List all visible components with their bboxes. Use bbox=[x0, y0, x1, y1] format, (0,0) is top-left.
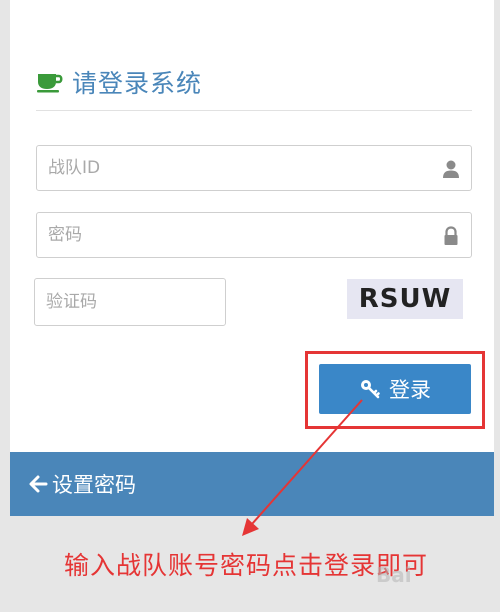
footer-bar: 设置密码 bbox=[10, 452, 494, 516]
lock-icon bbox=[444, 226, 458, 245]
user-icon bbox=[443, 160, 459, 178]
login-button-label: 登录 bbox=[389, 378, 431, 402]
login-header: 请登录系统 bbox=[36, 62, 202, 102]
key-icon bbox=[361, 380, 380, 399]
captcha-image[interactable]: RSUW bbox=[347, 279, 463, 319]
header-divider bbox=[36, 110, 472, 111]
page-title: 请登录系统 bbox=[72, 69, 203, 98]
set-password-link[interactable]: 设置密码 bbox=[28, 469, 136, 499]
captcha-field[interactable] bbox=[34, 278, 226, 326]
set-password-label: 设置密码 bbox=[52, 473, 136, 497]
password-field[interactable] bbox=[36, 212, 472, 258]
team-id-input[interactable] bbox=[37, 146, 471, 190]
annotation-text: 输入战队账号密码点击登录即可 bbox=[64, 551, 429, 580]
team-id-field[interactable] bbox=[36, 145, 472, 191]
login-button[interactable]: 登录 bbox=[319, 364, 471, 414]
captcha-input[interactable] bbox=[35, 279, 225, 325]
password-input[interactable] bbox=[37, 213, 471, 257]
coffee-cup-icon bbox=[37, 74, 63, 93]
watermark: Bai bbox=[376, 563, 412, 587]
arrow-left-icon bbox=[29, 475, 48, 493]
